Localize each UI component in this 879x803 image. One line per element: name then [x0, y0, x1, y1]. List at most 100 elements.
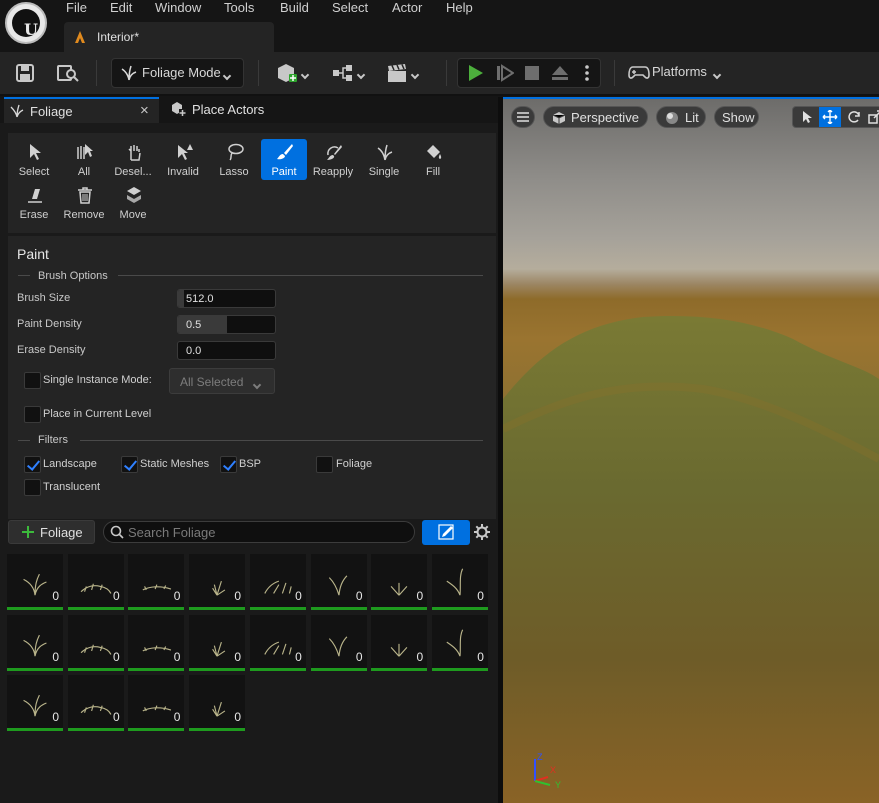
menu-tools[interactable]: Tools: [224, 0, 254, 16]
foliage-type-tile[interactable]: 0: [7, 675, 63, 731]
foliage-type-tile[interactable]: 0: [189, 554, 246, 610]
tool-deselect[interactable]: Desel...: [110, 139, 156, 180]
close-icon[interactable]: ×: [140, 102, 149, 119]
mode-selector-dropdown[interactable]: Foliage Mode: [111, 58, 244, 88]
tool-erase[interactable]: Erase: [11, 182, 57, 223]
filter-foliage-checkbox[interactable]: [316, 456, 333, 473]
menu-build[interactable]: Build: [280, 0, 309, 16]
eject-icon[interactable]: [551, 64, 569, 82]
menu-window[interactable]: Window: [155, 0, 201, 16]
place-current-level-label: Place in Current Level: [43, 408, 152, 420]
save-icon[interactable]: [16, 64, 34, 82]
foliage-type-tile[interactable]: 0: [249, 554, 306, 610]
brush-size-input[interactable]: 512.0: [177, 289, 276, 308]
level-viewport[interactable]: Perspective Lit Show ZXY: [503, 97, 879, 803]
gear-icon[interactable]: [474, 524, 490, 540]
filter-landscape-checkbox[interactable]: [24, 456, 41, 473]
viewport-menu-button[interactable]: [511, 106, 535, 128]
translate-mode-button[interactable]: [819, 107, 841, 127]
select-mode-icon[interactable]: [800, 110, 814, 124]
instance-count: 0: [173, 589, 181, 603]
tool-move[interactable]: Move: [110, 182, 156, 223]
tool-invalid[interactable]: Invalid: [160, 139, 206, 180]
foliage-type-tile[interactable]: 0: [189, 675, 246, 731]
level-icon: [75, 31, 85, 43]
place-current-level-checkbox[interactable]: [24, 406, 41, 423]
paint-density-input[interactable]: 0.5: [177, 315, 276, 334]
add-foliage-button[interactable]: Foliage: [8, 520, 95, 544]
document-tab[interactable]: Interior*: [64, 22, 274, 52]
menu-actor[interactable]: Actor: [392, 0, 422, 16]
menu-file[interactable]: File: [66, 0, 87, 16]
instance-count: 0: [477, 589, 484, 603]
foliage-type-tile[interactable]: 0: [67, 554, 124, 610]
add-actor-icon[interactable]: [276, 62, 298, 84]
tab-place-actors[interactable]: Place Actors: [162, 97, 312, 123]
brush-size-label: Brush Size: [17, 292, 71, 304]
menu-edit[interactable]: Edit: [110, 0, 132, 16]
lit-button[interactable]: Lit: [656, 106, 706, 128]
foliage-type-tile[interactable]: 0: [371, 554, 428, 610]
platforms-dropdown[interactable]: Platforms: [624, 58, 734, 88]
foliage-type-tile[interactable]: 0: [310, 614, 367, 671]
single-instance-checkbox[interactable]: [24, 372, 41, 389]
platforms-label: Platforms: [652, 64, 707, 79]
tool-fill[interactable]: Fill: [410, 139, 456, 180]
foliage-thumbnail: [80, 704, 112, 715]
brush-icon: [277, 144, 293, 160]
foliage-type-tile[interactable]: 0: [249, 614, 306, 671]
foliage-type-tile[interactable]: 0: [67, 675, 124, 731]
svg-text:Y: Y: [555, 780, 561, 790]
foliage-type-tile[interactable]: 0: [310, 554, 367, 610]
foliage-type-tile[interactable]: 0: [128, 554, 185, 610]
foliage-type-tile[interactable]: 0: [189, 614, 246, 671]
foliage-type-tile[interactable]: 0: [431, 614, 488, 671]
single-instance-dropdown[interactable]: All Selected: [169, 368, 275, 394]
tool-remove-label: Remove: [63, 209, 105, 221]
play-icon[interactable]: [467, 64, 485, 82]
more-options-icon[interactable]: [584, 64, 590, 82]
show-button[interactable]: Show: [714, 106, 759, 128]
scale-icon[interactable]: [868, 110, 879, 124]
chevron-down-icon: [252, 380, 262, 390]
unreal-logo-icon[interactable]: U: [5, 2, 47, 44]
instance-count: 0: [416, 589, 424, 603]
foliage-type-tile[interactable]: 0: [431, 554, 488, 610]
tool-lasso[interactable]: Lasso: [211, 139, 257, 180]
cinematics-icon[interactable]: [386, 63, 408, 83]
instance-count: 0: [173, 710, 181, 724]
filter-translucent-checkbox[interactable]: [24, 479, 41, 496]
chevron-down-icon[interactable]: [356, 70, 366, 80]
chevron-down-icon[interactable]: [300, 70, 310, 80]
search-foliage-input[interactable]: [128, 524, 408, 540]
chevron-down-icon[interactable]: [410, 70, 420, 80]
tool-select[interactable]: Select: [11, 139, 57, 180]
menu-help[interactable]: Help: [446, 0, 473, 16]
rotate-icon[interactable]: [847, 110, 861, 124]
instance-count: 0: [113, 710, 120, 724]
step-icon[interactable]: [496, 64, 514, 82]
foliage-type-tile[interactable]: 0: [67, 614, 124, 671]
plus-icon: [22, 526, 34, 538]
foliage-type-tile[interactable]: 0: [7, 554, 63, 610]
foliage-type-tile[interactable]: 0: [128, 675, 185, 731]
filter-static-meshes-checkbox[interactable]: [121, 456, 138, 473]
foliage-type-tile[interactable]: 0: [7, 614, 63, 671]
filter-bsp-checkbox[interactable]: [220, 456, 237, 473]
tab-foliage[interactable]: Foliage ×: [4, 97, 159, 123]
foliage-type-tile[interactable]: 0: [128, 614, 185, 671]
tool-reapply[interactable]: Reapply: [310, 139, 356, 180]
foliage-type-tile[interactable]: 0: [371, 614, 428, 671]
edit-foliage-type-button[interactable]: [422, 520, 470, 545]
menu-select[interactable]: Select: [332, 0, 368, 16]
perspective-button[interactable]: Perspective: [543, 106, 648, 128]
tool-paint[interactable]: Paint: [261, 139, 307, 180]
tool-remove[interactable]: Remove: [61, 182, 107, 223]
blueprint-icon[interactable]: [332, 64, 354, 82]
tool-all[interactable]: All: [61, 139, 107, 180]
erase-density-input[interactable]: 0.0: [177, 341, 276, 360]
browse-content-icon[interactable]: [57, 63, 79, 83]
tool-single[interactable]: Single: [361, 139, 407, 180]
search-foliage-field[interactable]: [103, 521, 415, 543]
stop-icon[interactable]: [524, 65, 540, 81]
